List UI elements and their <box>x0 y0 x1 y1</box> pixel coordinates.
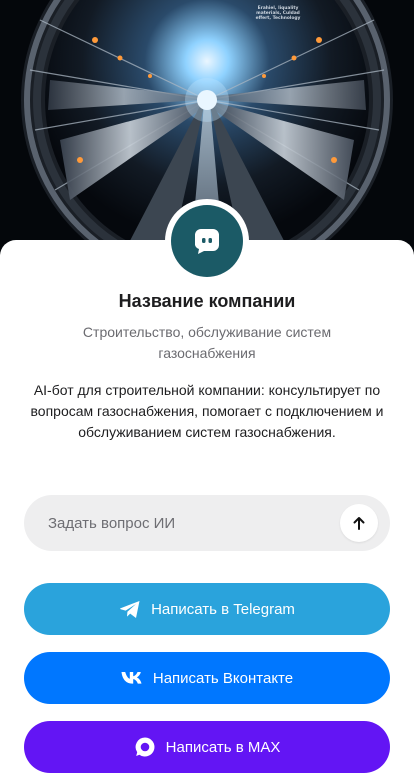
company-description: AI-бот для строительной компании: консул… <box>30 382 384 440</box>
ask-ai-bar <box>24 495 390 551</box>
arrow-up-icon <box>353 517 365 530</box>
max-button[interactable]: Написать в MAX <box>24 721 390 773</box>
company-subtitle: Строительство, обслуживание систем газос… <box>82 324 332 361</box>
vk-button[interactable]: Написать Вконтакте <box>24 652 390 704</box>
vk-button-label: Написать Вконтакте <box>152 669 294 687</box>
company-name: Название компании <box>118 291 296 311</box>
telegram-button-label: Написать в Telegram <box>151 600 295 618</box>
ask-ai-input[interactable] <box>24 495 324 551</box>
chat-bot-icon <box>195 229 219 254</box>
send-button[interactable] <box>340 504 378 542</box>
hero-caption: Erahiel, liquality materials, Culdad eff… <box>255 6 301 21</box>
max-button-label: Написать в MAX <box>165 738 281 756</box>
telegram-button[interactable]: Написать в Telegram <box>24 583 390 635</box>
telegram-icon <box>119 600 141 619</box>
avatar-circle <box>171 205 243 277</box>
max-icon <box>134 736 156 758</box>
company-avatar <box>165 199 249 283</box>
vk-icon <box>121 671 143 685</box>
